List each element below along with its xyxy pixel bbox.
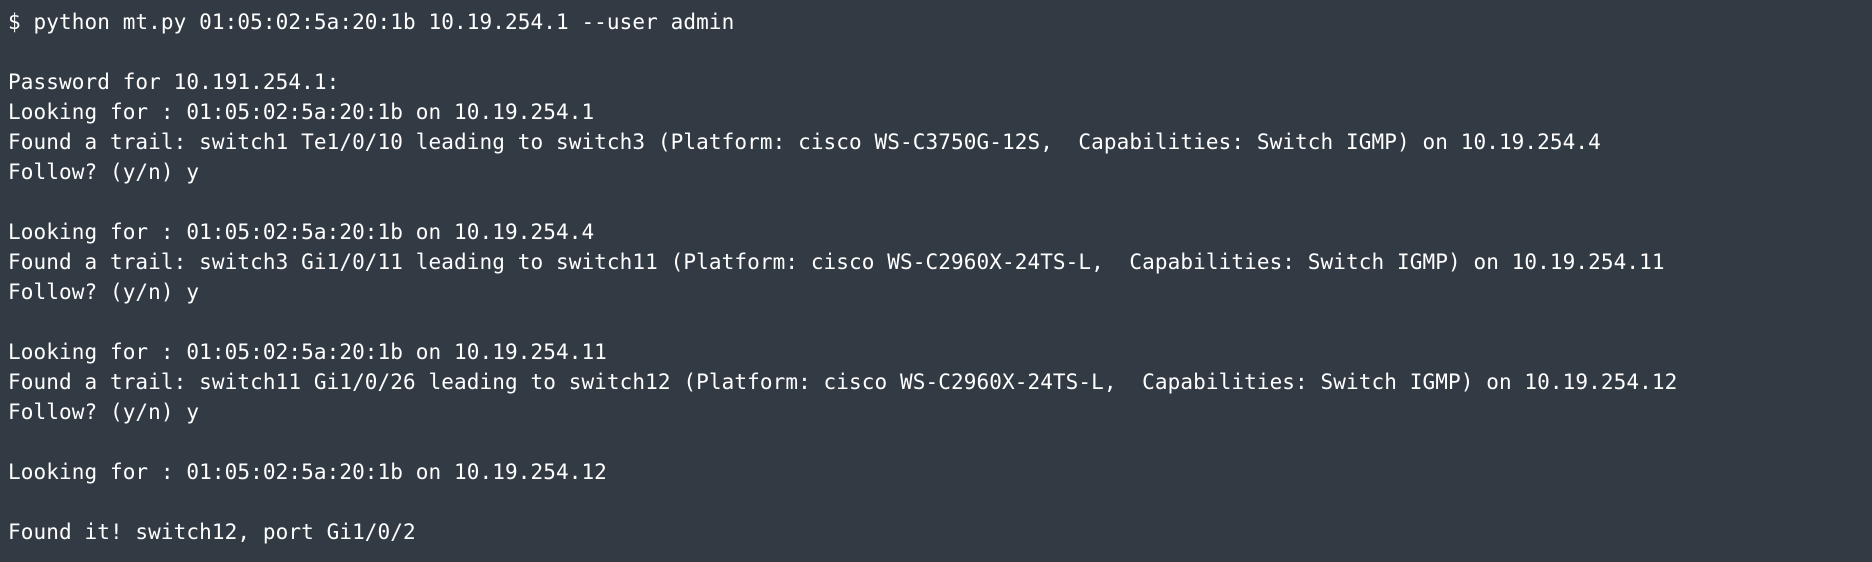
search-status-line: Looking for : 01:05:02:5a:20:1b on 10.19… xyxy=(8,220,595,244)
search-status-line: Looking for : 01:05:02:5a:20:1b on 10.19… xyxy=(8,340,607,364)
search-status-line: Looking for : 01:05:02:5a:20:1b on 10.19… xyxy=(8,460,607,484)
command-line: $ python mt.py 01:05:02:5a:20:1b 10.19.2… xyxy=(8,10,735,34)
result-line: Found it! switch12, port Gi1/0/2 xyxy=(8,520,416,544)
trail-found-line: Found a trail: switch1 Te1/0/10 leading … xyxy=(8,130,1601,154)
trail-found-line: Found a trail: switch11 Gi1/0/26 leading… xyxy=(8,370,1678,394)
follow-prompt: Follow? (y/n) y xyxy=(8,160,200,184)
terminal-window[interactable]: $ python mt.py 01:05:02:5a:20:1b 10.19.2… xyxy=(0,0,1872,562)
password-prompt: Password for 10.191.254.1: xyxy=(8,70,340,94)
trail-found-line: Found a trail: switch3 Gi1/0/11 leading … xyxy=(8,250,1665,274)
search-status-line: Looking for : 01:05:02:5a:20:1b on 10.19… xyxy=(8,100,595,124)
follow-prompt: Follow? (y/n) y xyxy=(8,400,200,424)
follow-prompt: Follow? (y/n) y xyxy=(8,280,200,304)
